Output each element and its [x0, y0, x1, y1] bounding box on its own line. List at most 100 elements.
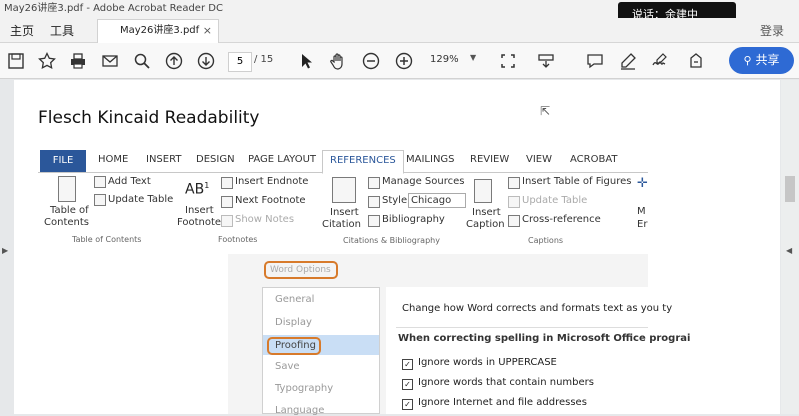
scroll-mode-icon[interactable]	[536, 51, 556, 71]
checkbox-uppercase[interactable]: ✓	[402, 359, 413, 370]
update-figures-icon	[508, 196, 520, 208]
ribbon-tab-home[interactable]: HOME	[98, 154, 128, 165]
person-add-icon: ⚲	[743, 54, 752, 67]
add-text-button[interactable]: Add Text	[108, 176, 151, 187]
mouse-cursor-icon: ⇱	[540, 104, 551, 118]
insert-citation-icon	[332, 177, 356, 203]
ribbon-tabs: FILE HOME INSERT DESIGN PAGE LAYOUT REFE…	[38, 150, 648, 174]
show-notes-button: Show Notes	[235, 214, 295, 225]
table-of-contents-button[interactable]: Table of	[50, 205, 89, 216]
next-footnote-button[interactable]: Next Footnote	[235, 195, 306, 206]
zoom-level[interactable]: 129%	[430, 54, 459, 65]
options-content: Change how Word corrects and formats tex…	[386, 287, 690, 414]
comment-icon[interactable]	[585, 51, 605, 71]
fit-page-icon[interactable]	[498, 51, 518, 71]
table-of-figures-icon	[508, 177, 520, 189]
menu-home[interactable]: 主页	[10, 22, 34, 39]
insert-footnote-icon: AB1	[185, 181, 209, 198]
mark-entry-label[interactable]: M	[637, 206, 646, 217]
ribbon-tab-acrobat[interactable]: ACROBAT	[570, 154, 618, 165]
login-link[interactable]: 登录	[760, 22, 784, 39]
document-tab-label: May26讲座3.pdf	[120, 25, 200, 36]
ribbon-tab-insert[interactable]: INSERT	[146, 154, 181, 165]
insert-citation-button[interactable]: Insert	[330, 207, 359, 218]
section-divider	[396, 327, 648, 328]
checkbox-internet[interactable]: ✓	[402, 399, 413, 410]
nav-language[interactable]: Language	[275, 405, 324, 416]
insert-footnote-button[interactable]: Insert	[185, 205, 214, 216]
insert-citation-label2: Citation	[322, 219, 361, 230]
nav-save[interactable]: Save	[275, 361, 300, 372]
email-icon[interactable]	[100, 51, 120, 71]
left-panel-toggle-icon[interactable]: ▶	[2, 246, 8, 255]
group-citations: Citations & Bibliography	[343, 236, 440, 245]
cross-reference-button[interactable]: Cross-reference	[522, 214, 601, 225]
ribbon-tab-review[interactable]: REVIEW	[470, 154, 509, 165]
footnote-superscript: 1	[204, 181, 210, 190]
cross-reference-icon	[508, 215, 520, 227]
mark-entry-label2: Er	[637, 219, 648, 230]
manage-sources-icon	[368, 177, 380, 189]
document-tab[interactable]: May26讲座3.pdf ×	[97, 19, 219, 43]
zoom-search-icon[interactable]	[132, 51, 152, 71]
bibliography-button[interactable]: Bibliography	[382, 214, 445, 225]
footnote-ab-text: AB	[185, 181, 205, 198]
group-table-of-contents: Table of Contents	[72, 235, 142, 244]
nav-general[interactable]: General	[275, 294, 314, 305]
option-uppercase: Ignore words in UPPERCASE	[418, 357, 557, 368]
previous-page-icon[interactable]	[164, 51, 184, 71]
zoom-in-icon[interactable]	[394, 51, 414, 71]
print-icon[interactable]	[68, 51, 88, 71]
insert-footnote-label2: Footnote	[177, 217, 222, 228]
insert-endnote-icon	[221, 177, 233, 189]
scrollbar-thumb[interactable]	[785, 176, 795, 202]
nav-typography[interactable]: Typography	[275, 383, 333, 394]
update-table-button[interactable]: Update Table	[108, 194, 173, 205]
right-panel-toggle-icon[interactable]: ◀	[786, 246, 792, 255]
page-number-input[interactable]: 5	[228, 52, 252, 72]
menu-tools[interactable]: 工具	[50, 22, 74, 39]
style-icon	[368, 196, 380, 208]
ribbon-tab-view[interactable]: VIEW	[526, 154, 552, 165]
dialog-title: Word Options	[264, 261, 338, 279]
hand-icon[interactable]	[328, 51, 348, 71]
insert-caption-label2: Caption	[466, 219, 505, 230]
highlight-pen-icon[interactable]	[618, 51, 638, 71]
update-table-figures-button: Update Table	[522, 195, 588, 206]
group-footnotes: Footnotes	[218, 235, 258, 244]
insert-caption-button[interactable]: Insert	[472, 207, 501, 218]
group-captions: Captions	[528, 236, 564, 245]
next-footnote-icon	[221, 196, 233, 208]
option-internet: Ignore Internet and file addresses	[418, 397, 587, 408]
close-icon[interactable]: ×	[203, 20, 212, 42]
nav-display[interactable]: Display	[275, 317, 312, 328]
table-of-contents-icon	[58, 176, 76, 202]
cursor-icon[interactable]	[296, 51, 316, 71]
ribbon-tab-page-layout[interactable]: PAGE LAYOUT	[248, 154, 316, 165]
share-label: 共享	[755, 53, 780, 67]
update-table-icon	[94, 194, 106, 206]
manage-sources-button[interactable]: Manage Sources	[382, 176, 464, 187]
insert-endnote-button[interactable]: Insert Endnote	[235, 176, 308, 187]
next-page-icon[interactable]	[196, 51, 216, 71]
star-icon[interactable]	[37, 51, 57, 71]
ribbon-tab-mailings[interactable]: MAILINGS	[406, 154, 455, 165]
option-numbers: Ignore words that contain numbers	[418, 377, 594, 388]
ribbon-tab-references[interactable]: REFERENCES	[322, 150, 404, 174]
ribbon-tab-file[interactable]: FILE	[40, 150, 86, 172]
mark-entry-icon: ✛	[637, 176, 648, 191]
proofing-intro: Change how Word corrects and formats tex…	[402, 303, 673, 314]
fill-sign-icon[interactable]	[686, 51, 706, 71]
zoom-out-icon[interactable]	[361, 51, 381, 71]
ribbon-tab-design[interactable]: DESIGN	[196, 154, 235, 165]
chevron-down-icon[interactable]: ▼	[470, 53, 476, 62]
save-icon[interactable]	[6, 51, 26, 71]
section-heading: When correcting spelling in Microsoft Of…	[398, 333, 691, 344]
checkbox-numbers[interactable]: ✓	[402, 379, 413, 390]
share-button[interactable]: ⚲ 共享	[729, 47, 794, 74]
sign-icon[interactable]	[650, 51, 670, 71]
options-nav: General Display Proofing Save Typography…	[262, 287, 380, 416]
nav-proofing[interactable]: Proofing	[263, 335, 379, 355]
style-select[interactable]: Chicago	[408, 193, 467, 208]
insert-table-of-figures-button[interactable]: Insert Table of Figures	[522, 176, 631, 187]
